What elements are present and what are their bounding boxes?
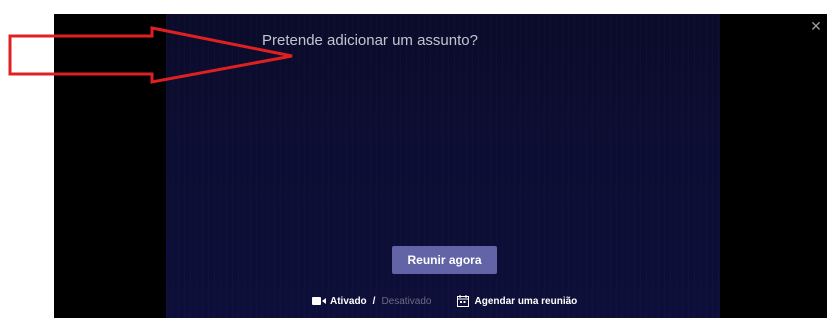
close-icon[interactable]: ✕ bbox=[808, 18, 824, 34]
meet-now-dialog: ✕ Reunir agora Ativado / Desativado Agen… bbox=[54, 14, 827, 318]
screenshot: ✕ Reunir agora Ativado / Desativado Agen… bbox=[0, 0, 827, 318]
bottom-controls: Ativado / Desativado Agendar uma reunião bbox=[312, 293, 577, 309]
video-off-label: Desativado bbox=[381, 295, 432, 307]
video-camera-icon bbox=[312, 297, 326, 305]
video-toggle[interactable]: Ativado / Desativado bbox=[312, 296, 431, 307]
meet-now-button[interactable]: Reunir agora bbox=[392, 246, 497, 274]
video-toggle-separator: / bbox=[372, 295, 376, 307]
meeting-subject-input[interactable] bbox=[262, 27, 682, 53]
calendar-icon bbox=[457, 295, 470, 307]
schedule-meeting-link[interactable]: Agendar uma reunião bbox=[457, 295, 577, 307]
video-on-label: Ativado bbox=[330, 295, 367, 307]
schedule-meeting-label: Agendar uma reunião bbox=[474, 295, 578, 307]
